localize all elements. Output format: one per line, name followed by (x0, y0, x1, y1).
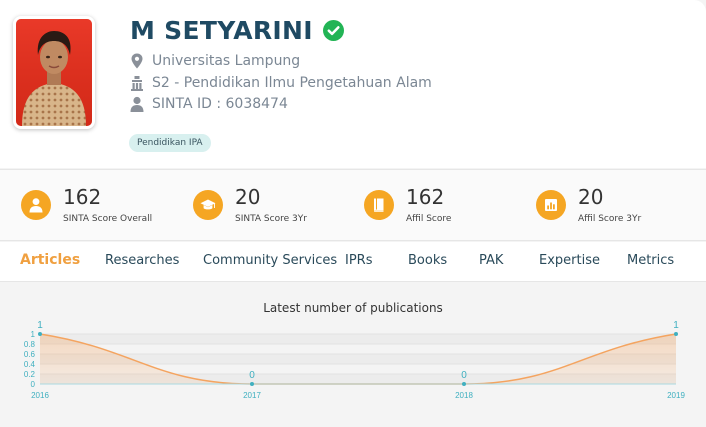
profile-tabs: Articles Researches Community Services I… (0, 242, 706, 282)
y-tick-label: 0.8 (24, 340, 36, 349)
publications-line-chart: 00.20.40.60.8120161201702018020191 (24, 320, 686, 400)
data-label: 1 (673, 320, 679, 331)
affiliation-link[interactable]: Universitas Lampung (152, 53, 300, 69)
y-tick-label: 1 (31, 330, 36, 339)
x-tick-label: 2018 (455, 391, 473, 400)
location-pin-icon (131, 53, 143, 69)
data-label: 0 (461, 370, 467, 381)
x-tick-label: 2016 (31, 391, 49, 400)
grid-band (40, 334, 676, 344)
stat-value: 162 (406, 185, 445, 209)
sinta-id: SINTA ID : 6038474 (152, 96, 288, 112)
user-icon (130, 96, 144, 112)
sinta-id-row: SINTA ID : 6038474 (130, 96, 288, 112)
x-tick-label: 2017 (243, 391, 261, 400)
data-point (38, 332, 42, 336)
profile-photo (13, 16, 95, 129)
data-label: 0 (249, 370, 255, 381)
publications-chart: Latest number of publications 0 0.2 0.4 0.6… (0, 283, 706, 427)
stat-label: SINTA Score 3Yr (235, 214, 307, 224)
data-point (462, 382, 466, 386)
tab-expertise[interactable]: Expertise (539, 253, 600, 268)
y-tick-label: 0 (31, 380, 36, 389)
y-tick-label: 0.2 (24, 370, 36, 379)
stat-value: 20 (235, 185, 261, 209)
tab-books[interactable]: Books (408, 253, 447, 268)
graduation-cap-icon (200, 199, 216, 210)
y-tick-label: 0.4 (24, 360, 36, 369)
tab-iprs[interactable]: IPRs (345, 253, 372, 268)
author-profile-page: M SETYARINI Universitas Lampung S2 - Pen… (0, 0, 706, 427)
data-label: 1 (37, 320, 43, 331)
book-icon (374, 198, 384, 212)
program-link[interactable]: S2 - Pendidikan Ilmu Pengetahuan Alam (152, 75, 432, 91)
stat-value: 162 (63, 185, 102, 209)
verified-check-icon (322, 20, 344, 41)
tab-pak[interactable]: PAK (479, 253, 503, 268)
y-tick-label: 0.6 (24, 350, 36, 359)
tab-community-services[interactable]: Community Services (203, 253, 337, 268)
stat-label: SINTA Score Overall (63, 214, 153, 224)
stat-label: Affil Score 3Yr (578, 214, 642, 224)
score-stats-bar: 162 SINTA Score Overall 20 SINTA Score 3… (0, 169, 706, 241)
author-name: M SETYARINI (130, 16, 313, 45)
person-icon (29, 198, 43, 213)
tab-metrics[interactable]: Metrics (627, 253, 674, 268)
program-row: S2 - Pendidikan Ilmu Pengetahuan Alam (130, 75, 432, 91)
stat-value: 20 (578, 185, 604, 209)
bar-chart-icon (545, 199, 557, 211)
profile-header: M SETYARINI Universitas Lampung S2 - Pen… (0, 0, 706, 168)
data-point (674, 332, 678, 336)
tab-articles[interactable]: Articles (20, 252, 80, 268)
expertise-tag[interactable]: Pendidikan IPA (129, 134, 211, 152)
building-icon (131, 76, 143, 91)
stat-label: Affil Score (406, 214, 452, 224)
tab-researches[interactable]: Researches (105, 253, 179, 268)
x-tick-label: 2019 (667, 391, 685, 400)
data-point (250, 382, 254, 386)
affiliation-row: Universitas Lampung (130, 53, 300, 69)
